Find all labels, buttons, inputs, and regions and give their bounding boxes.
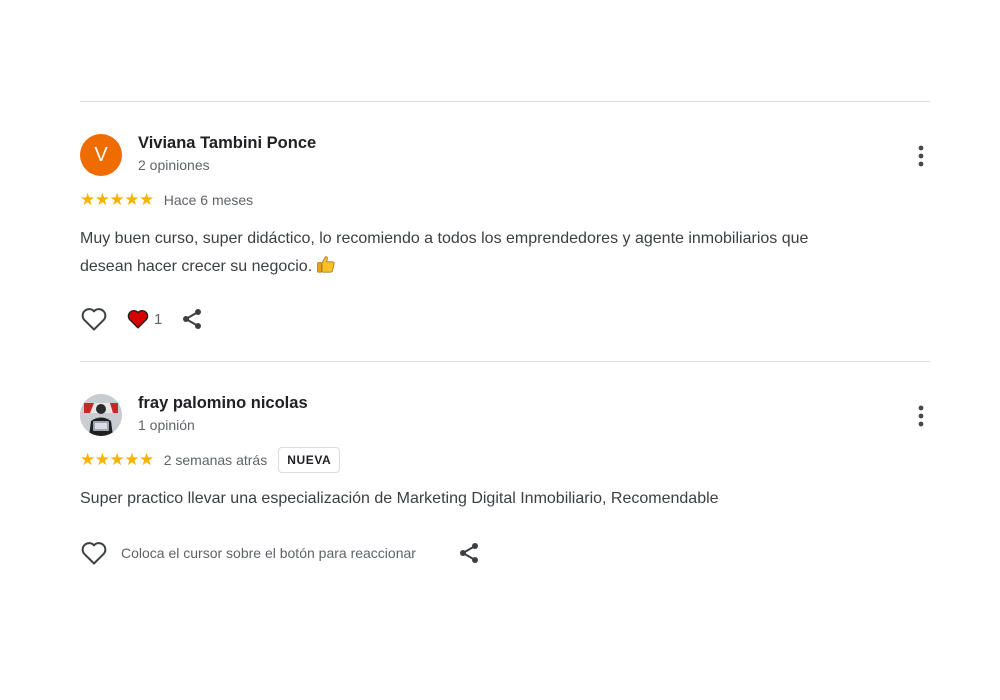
divider: [80, 101, 930, 102]
avatar[interactable]: [80, 394, 122, 436]
heart-outline-icon: [81, 542, 107, 565]
divider: [80, 361, 930, 362]
rating-row: ★★★★★ Hace 6 meses: [80, 190, 253, 210]
more-vert-icon: [918, 405, 924, 427]
reaction-count: 1: [154, 310, 163, 328]
reviewer-name[interactable]: Viviana Tambini Ponce: [138, 134, 316, 153]
rating-row: ★★★★★ 2 semanas atrás NUEVA: [80, 447, 341, 473]
review-text-line: desean hacer crecer su negocio.: [80, 258, 313, 275]
review-text-line: Muy buen curso, super didáctico, lo reco…: [80, 230, 809, 247]
star-rating: ★★★★★: [80, 190, 154, 209]
reaction-hint: Coloca el cursor sobre el botón para rea…: [121, 545, 416, 561]
profile-photo-icon: [80, 394, 122, 436]
review-actions: Coloca el cursor sobre el botón para rea…: [80, 539, 481, 567]
review-count: 2 opiniones: [138, 157, 210, 173]
review-time: Hace 6 meses: [163, 192, 254, 208]
share-icon: [183, 309, 202, 329]
share-button[interactable]: [180, 307, 204, 331]
avatar[interactable]: V: [80, 134, 122, 176]
heart-outline-icon: [81, 308, 107, 331]
more-vert-icon: [918, 145, 924, 167]
reaction-button[interactable]: 1: [126, 308, 162, 330]
review-count: 1 opinión: [138, 417, 195, 433]
more-options-button[interactable]: [914, 404, 928, 428]
more-options-button[interactable]: [914, 144, 928, 168]
like-button[interactable]: [80, 540, 108, 566]
star-rating: ★★★★★: [80, 450, 154, 469]
like-button[interactable]: [80, 306, 108, 332]
new-badge: NUEVA: [278, 447, 341, 473]
heart-filled-icon: [127, 310, 149, 329]
review-time: 2 semanas atrás: [163, 452, 268, 468]
reviews-page: V Viviana Tambini Ponce 2 opiniones ★★★★…: [0, 0, 1000, 700]
review-text: Super practico llevar una especializació…: [80, 490, 719, 507]
thumbs-up-icon: [316, 254, 336, 284]
share-icon: [459, 543, 478, 563]
reviewer-name[interactable]: fray palomino nicolas: [138, 394, 308, 413]
review-text: Muy buen curso, super didáctico, lo reco…: [80, 225, 930, 284]
review-actions: 1: [80, 305, 204, 333]
share-button[interactable]: [457, 541, 481, 565]
